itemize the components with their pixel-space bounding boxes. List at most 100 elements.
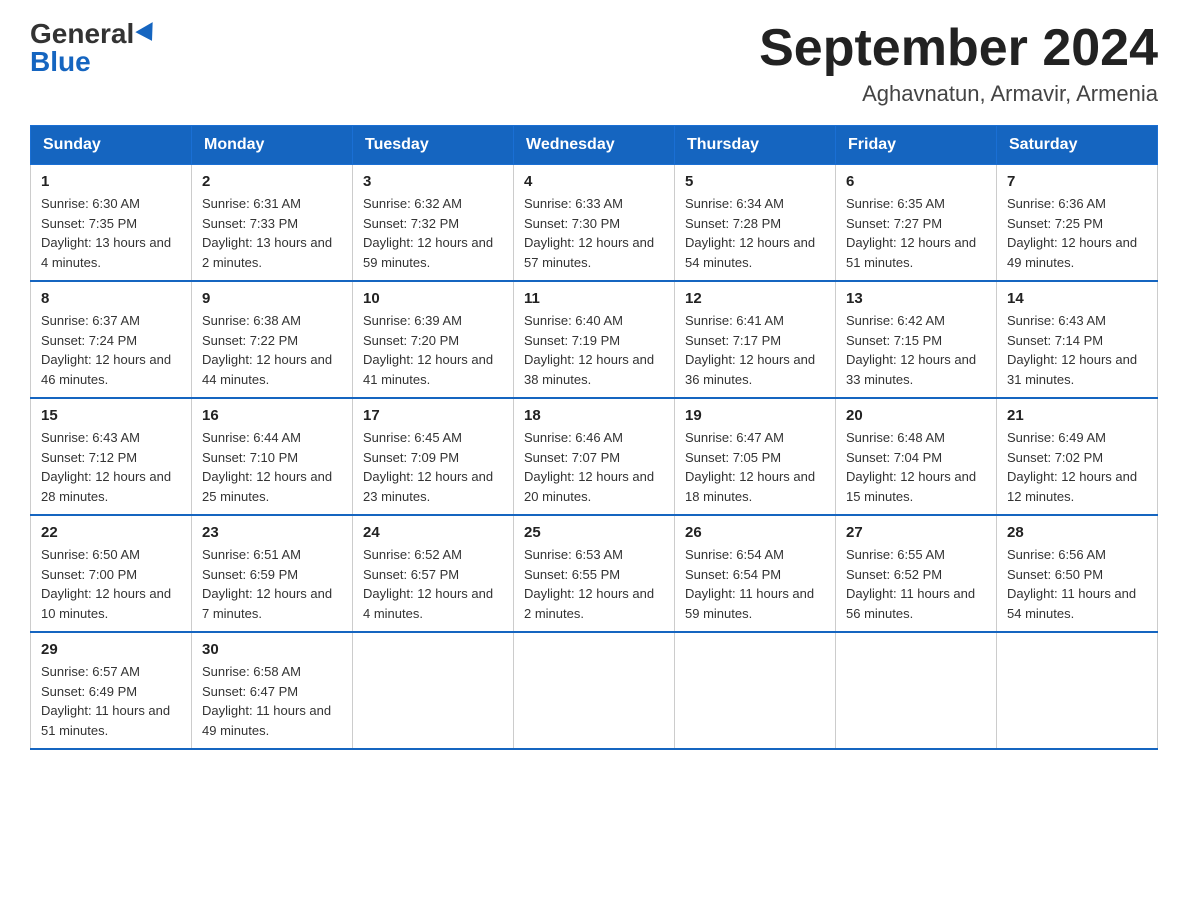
- day-info: Sunrise: 6:42 AMSunset: 7:15 PMDaylight:…: [846, 311, 986, 389]
- day-number: 20: [846, 407, 986, 424]
- weekday-header-friday: Friday: [836, 126, 997, 165]
- calendar-cell: [353, 632, 514, 749]
- day-info: Sunrise: 6:32 AMSunset: 7:32 PMDaylight:…: [363, 194, 503, 272]
- calendar-cell: 22Sunrise: 6:50 AMSunset: 7:00 PMDayligh…: [31, 515, 192, 632]
- calendar-cell: 14 Sunrise: 6:43 AMSunset: 7:14 PMDayligh…: [997, 281, 1158, 398]
- day-info: Sunrise: 6:36 AMSunset: 7:25 PMDaylight:…: [1007, 194, 1147, 272]
- weekday-header-tuesday: Tuesday: [353, 126, 514, 165]
- day-info: Sunrise: 6:39 AMSunset: 7:20 PMDaylight:…: [363, 311, 503, 389]
- page-header: General Blue September 2024 Aghavnatun, …: [30, 20, 1158, 107]
- day-info: Sunrise: 6:57 AMSunset: 6:49 PMDaylight:…: [41, 662, 181, 740]
- calendar-cell: 20 Sunrise: 6:48 AMSunset: 7:04 PMDayligh…: [836, 398, 997, 515]
- day-number: 23: [202, 524, 342, 541]
- calendar-cell: 16 Sunrise: 6:44 AMSunset: 7:10 PMDayligh…: [192, 398, 353, 515]
- title-section: September 2024 Aghavnatun, Armavir, Arme…: [759, 20, 1158, 107]
- calendar-cell: 10 Sunrise: 6:39 AMSunset: 7:20 PMDayligh…: [353, 281, 514, 398]
- logo: General Blue: [30, 20, 158, 76]
- day-number: 25: [524, 524, 664, 541]
- calendar-title: September 2024: [759, 20, 1158, 77]
- day-number: 14: [1007, 290, 1147, 307]
- logo-triangle-icon: [136, 22, 161, 46]
- day-number: 26: [685, 524, 825, 541]
- day-number: 6: [846, 173, 986, 190]
- day-info: Sunrise: 6:38 AMSunset: 7:22 PMDaylight:…: [202, 311, 342, 389]
- weekday-header-monday: Monday: [192, 126, 353, 165]
- calendar-cell: 12 Sunrise: 6:41 AMSunset: 7:17 PMDayligh…: [675, 281, 836, 398]
- day-number: 21: [1007, 407, 1147, 424]
- day-number: 9: [202, 290, 342, 307]
- weekday-header-row: SundayMondayTuesdayWednesdayThursdayFrid…: [31, 126, 1158, 165]
- day-number: 22: [41, 524, 181, 541]
- day-info: Sunrise: 6:45 AMSunset: 7:09 PMDaylight:…: [363, 428, 503, 506]
- day-number: 2: [202, 173, 342, 190]
- day-info: Sunrise: 6:48 AMSunset: 7:04 PMDaylight:…: [846, 428, 986, 506]
- calendar-cell: [514, 632, 675, 749]
- calendar-cell: 8 Sunrise: 6:37 AMSunset: 7:24 PMDaylight…: [31, 281, 192, 398]
- calendar-cell: [997, 632, 1158, 749]
- calendar-cell: [675, 632, 836, 749]
- weekday-header-sunday: Sunday: [31, 126, 192, 165]
- calendar-cell: 17 Sunrise: 6:45 AMSunset: 7:09 PMDayligh…: [353, 398, 514, 515]
- calendar-cell: 1 Sunrise: 6:30 AMSunset: 7:35 PMDaylight…: [31, 165, 192, 282]
- calendar-cell: 7 Sunrise: 6:36 AMSunset: 7:25 PMDaylight…: [997, 165, 1158, 282]
- day-info: Sunrise: 6:58 AMSunset: 6:47 PMDaylight:…: [202, 662, 342, 740]
- calendar-week-3: 15 Sunrise: 6:43 AMSunset: 7:12 PMDayligh…: [31, 398, 1158, 515]
- day-number: 16: [202, 407, 342, 424]
- day-info: Sunrise: 6:55 AMSunset: 6:52 PMDaylight:…: [846, 545, 986, 623]
- day-number: 5: [685, 173, 825, 190]
- calendar-table: SundayMondayTuesdayWednesdayThursdayFrid…: [30, 125, 1158, 750]
- calendar-cell: 21 Sunrise: 6:49 AMSunset: 7:02 PMDayligh…: [997, 398, 1158, 515]
- calendar-subtitle: Aghavnatun, Armavir, Armenia: [759, 81, 1158, 107]
- day-number: 11: [524, 290, 664, 307]
- day-number: 29: [41, 641, 181, 658]
- day-info: Sunrise: 6:31 AMSunset: 7:33 PMDaylight:…: [202, 194, 342, 272]
- calendar-cell: 26 Sunrise: 6:54 AMSunset: 6:54 PMDayligh…: [675, 515, 836, 632]
- day-number: 30: [202, 641, 342, 658]
- day-number: 17: [363, 407, 503, 424]
- day-info: Sunrise: 6:43 AMSunset: 7:12 PMDaylight:…: [41, 428, 181, 506]
- day-info: Sunrise: 6:52 AMSunset: 6:57 PMDaylight:…: [363, 545, 503, 623]
- day-info: Sunrise: 6:49 AMSunset: 7:02 PMDaylight:…: [1007, 428, 1147, 506]
- calendar-cell: 19Sunrise: 6:47 AMSunset: 7:05 PMDayligh…: [675, 398, 836, 515]
- weekday-header-wednesday: Wednesday: [514, 126, 675, 165]
- day-number: 7: [1007, 173, 1147, 190]
- calendar-cell: 29 Sunrise: 6:57 AMSunset: 6:49 PMDayligh…: [31, 632, 192, 749]
- day-number: 1: [41, 173, 181, 190]
- calendar-cell: 2 Sunrise: 6:31 AMSunset: 7:33 PMDaylight…: [192, 165, 353, 282]
- day-number: 24: [363, 524, 503, 541]
- calendar-week-5: 29 Sunrise: 6:57 AMSunset: 6:49 PMDayligh…: [31, 632, 1158, 749]
- day-number: 18: [524, 407, 664, 424]
- calendar-cell: 3 Sunrise: 6:32 AMSunset: 7:32 PMDaylight…: [353, 165, 514, 282]
- day-number: 15: [41, 407, 181, 424]
- day-info: Sunrise: 6:44 AMSunset: 7:10 PMDaylight:…: [202, 428, 342, 506]
- calendar-cell: [836, 632, 997, 749]
- weekday-header-saturday: Saturday: [997, 126, 1158, 165]
- day-number: 8: [41, 290, 181, 307]
- calendar-week-4: 22Sunrise: 6:50 AMSunset: 7:00 PMDayligh…: [31, 515, 1158, 632]
- day-info: Sunrise: 6:41 AMSunset: 7:17 PMDaylight:…: [685, 311, 825, 389]
- day-info: Sunrise: 6:54 AMSunset: 6:54 PMDaylight:…: [685, 545, 825, 623]
- weekday-header-thursday: Thursday: [675, 126, 836, 165]
- calendar-body: 1 Sunrise: 6:30 AMSunset: 7:35 PMDaylight…: [31, 165, 1158, 750]
- calendar-cell: 11Sunrise: 6:40 AMSunset: 7:19 PMDayligh…: [514, 281, 675, 398]
- day-info: Sunrise: 6:37 AMSunset: 7:24 PMDaylight:…: [41, 311, 181, 389]
- calendar-cell: 23Sunrise: 6:51 AMSunset: 6:59 PMDayligh…: [192, 515, 353, 632]
- calendar-cell: 4 Sunrise: 6:33 AMSunset: 7:30 PMDaylight…: [514, 165, 675, 282]
- day-number: 3: [363, 173, 503, 190]
- day-number: 10: [363, 290, 503, 307]
- day-number: 4: [524, 173, 664, 190]
- calendar-cell: 28Sunrise: 6:56 AMSunset: 6:50 PMDayligh…: [997, 515, 1158, 632]
- day-info: Sunrise: 6:47 AMSunset: 7:05 PMDaylight:…: [685, 428, 825, 506]
- day-info: Sunrise: 6:33 AMSunset: 7:30 PMDaylight:…: [524, 194, 664, 272]
- day-number: 27: [846, 524, 986, 541]
- day-info: Sunrise: 6:43 AMSunset: 7:14 PMDaylight:…: [1007, 311, 1147, 389]
- day-number: 28: [1007, 524, 1147, 541]
- calendar-cell: 9 Sunrise: 6:38 AMSunset: 7:22 PMDaylight…: [192, 281, 353, 398]
- calendar-cell: 5Sunrise: 6:34 AMSunset: 7:28 PMDaylight…: [675, 165, 836, 282]
- day-info: Sunrise: 6:30 AMSunset: 7:35 PMDaylight:…: [41, 194, 181, 272]
- logo-blue-text: Blue: [30, 48, 91, 76]
- calendar-cell: 15 Sunrise: 6:43 AMSunset: 7:12 PMDayligh…: [31, 398, 192, 515]
- day-number: 12: [685, 290, 825, 307]
- calendar-week-2: 8 Sunrise: 6:37 AMSunset: 7:24 PMDaylight…: [31, 281, 1158, 398]
- calendar-cell: 30 Sunrise: 6:58 AMSunset: 6:47 PMDayligh…: [192, 632, 353, 749]
